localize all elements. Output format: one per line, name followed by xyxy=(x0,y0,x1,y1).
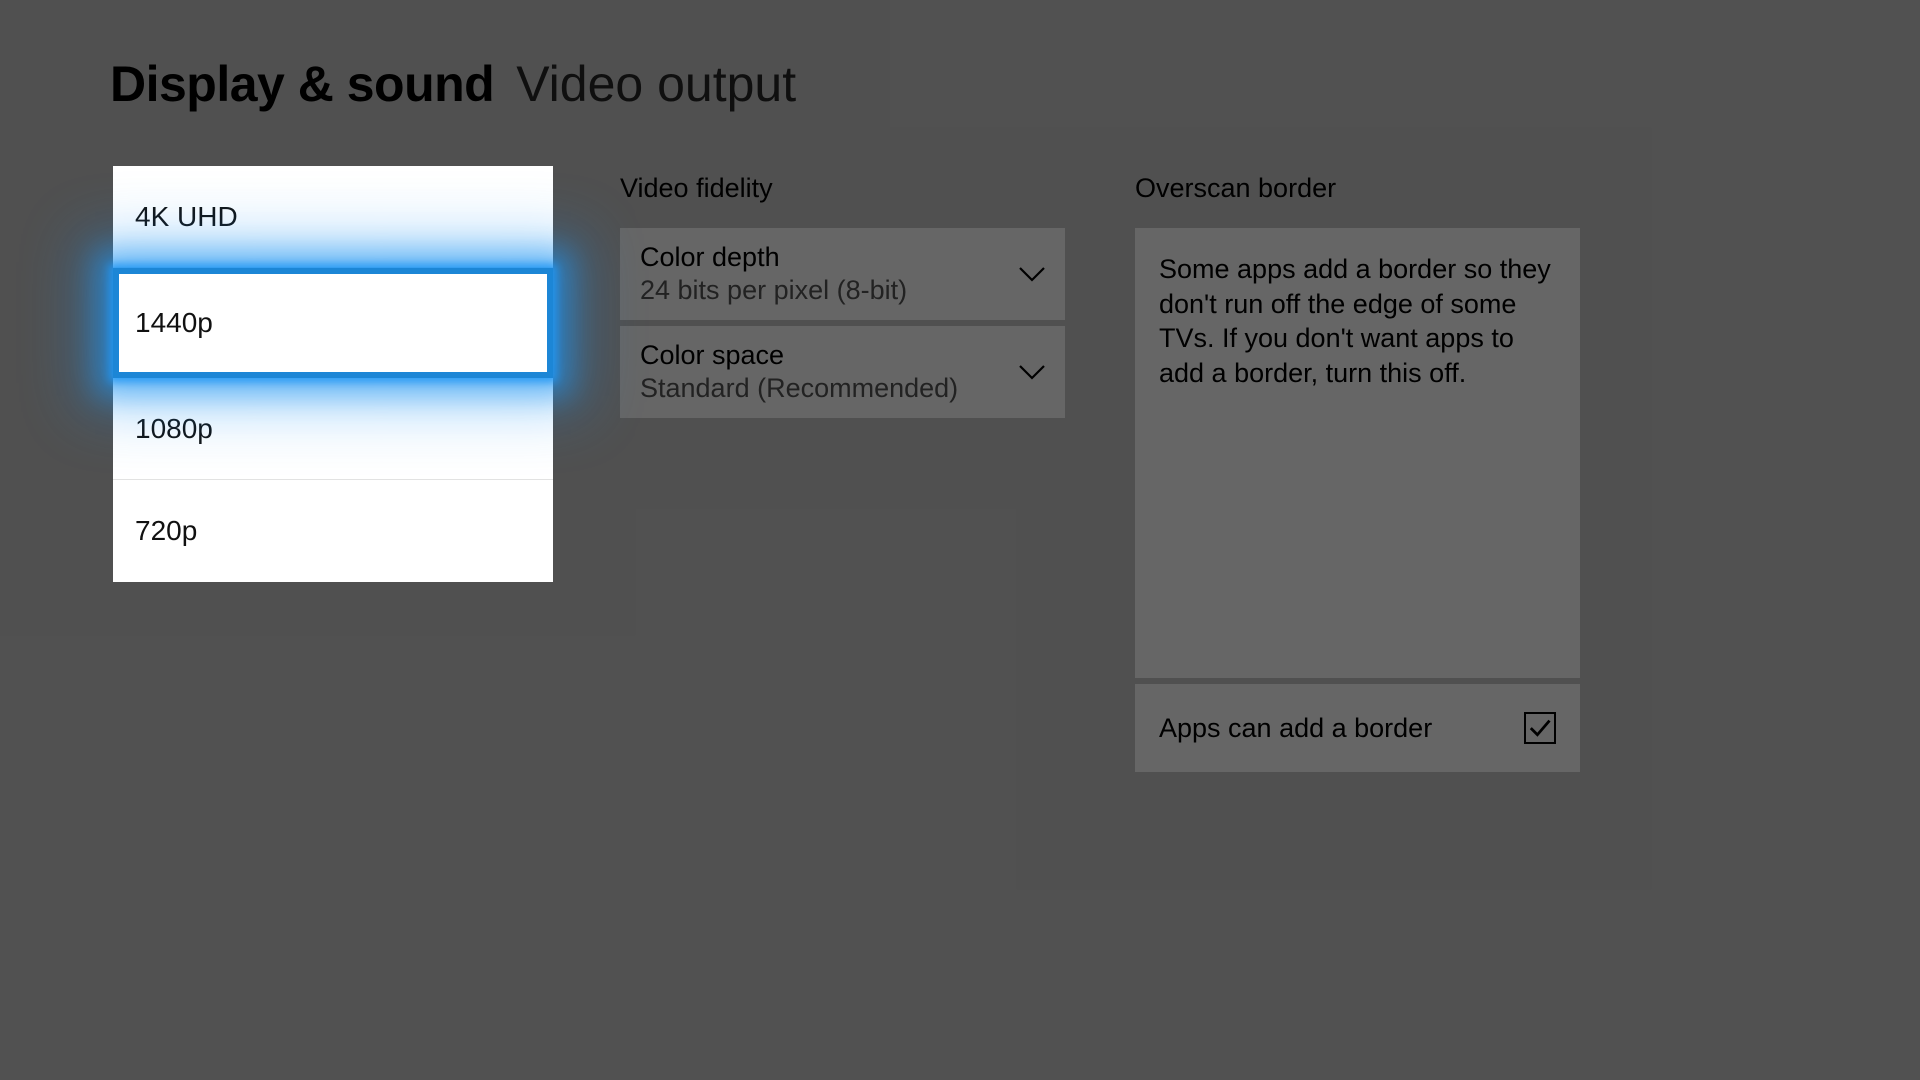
page-title: Display & sound xyxy=(110,55,494,113)
page-subtitle: Video output xyxy=(516,55,796,113)
resolution-option-label: 1440p xyxy=(135,307,213,339)
resolution-option-4k-uhd[interactable]: 4K UHD xyxy=(113,166,553,268)
overscan-checkbox-label: Apps can add a border xyxy=(1159,713,1432,744)
color-space-dropdown[interactable]: Color space Standard (Recommended) xyxy=(620,326,1065,418)
color-space-value: Standard (Recommended) xyxy=(640,373,958,404)
color-depth-label: Color depth xyxy=(640,242,907,273)
color-depth-dropdown[interactable]: Color depth 24 bits per pixel (8-bit) xyxy=(620,228,1065,320)
overscan-section-label: Overscan border xyxy=(1135,173,1580,204)
overscan-description-card: Some apps add a border so they don't run… xyxy=(1135,228,1580,678)
fidelity-section-label: Video fidelity xyxy=(620,173,1065,204)
column-fidelity: Video fidelity Color depth 24 bits per p… xyxy=(620,173,1065,772)
resolution-dropdown-popup: 4K UHD 1440p 1080p 720p xyxy=(113,166,553,582)
chevron-down-icon xyxy=(1019,364,1045,380)
color-depth-value: 24 bits per pixel (8-bit) xyxy=(640,275,907,306)
resolution-option-label: 1080p xyxy=(135,413,213,445)
resolution-option-label: 720p xyxy=(135,515,197,547)
color-space-label: Color space xyxy=(640,340,958,371)
resolution-option-1440p[interactable]: 1440p xyxy=(113,268,553,378)
resolution-option-720p[interactable]: 720p xyxy=(113,480,553,582)
resolution-option-label: 4K UHD xyxy=(135,201,238,233)
checkbox-icon xyxy=(1524,712,1556,744)
resolution-option-1080p[interactable]: 1080p xyxy=(113,378,553,480)
column-overscan: Overscan border Some apps add a border s… xyxy=(1135,173,1580,772)
page-header: Display & sound Video output xyxy=(110,55,1810,113)
chevron-down-icon xyxy=(1019,266,1045,282)
overscan-description: Some apps add a border so they don't run… xyxy=(1159,252,1556,390)
overscan-checkbox-row[interactable]: Apps can add a border xyxy=(1135,684,1580,772)
